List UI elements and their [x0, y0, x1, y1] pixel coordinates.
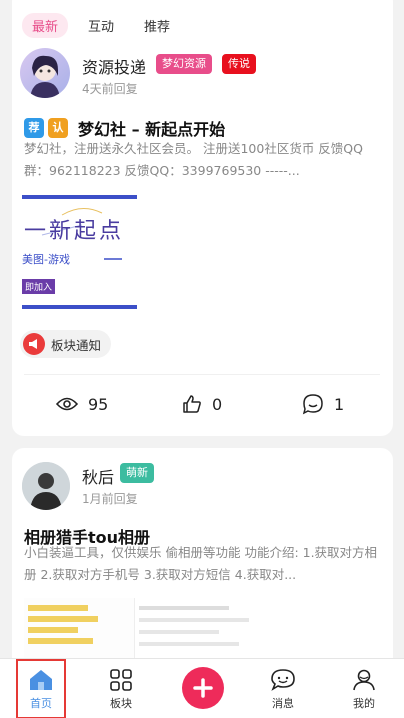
author-name[interactable]: 秋后: [82, 464, 114, 488]
home-icon: [30, 669, 52, 690]
recommend-tag: 荐: [24, 118, 44, 138]
post-card-1[interactable]: 最新 互动 推荐 资源投递 梦幻资源 传说 4天前回复 荐 认 梦幻社 – 新起…: [12, 0, 393, 436]
avatar[interactable]: [22, 462, 70, 510]
nav-mine[interactable]: 我的: [334, 659, 394, 718]
comment-icon: [302, 394, 323, 415]
image-subtitle: 美图-游戏: [22, 253, 70, 266]
nav-messages-label: 消息: [272, 696, 294, 710]
feed-tabs: 最新 互动 推荐: [12, 10, 200, 40]
new-post-button[interactable]: [182, 667, 224, 709]
board-badge: 梦幻资源: [156, 54, 212, 74]
megaphone-icon: [23, 333, 45, 355]
board-chip-label: 板块通知: [51, 337, 102, 353]
post-excerpt: 梦幻社，注册送永久社区会员。 注册送100社区货币 反馈QQ群：96211822…: [24, 141, 363, 178]
tab-recommend[interactable]: 推荐: [144, 16, 170, 35]
post-title[interactable]: 荐 认 梦幻社 – 新起点开始: [24, 116, 225, 140]
post-excerpt: 小白装逼工具，仅供娱乐 偷相册等功能 功能介绍: 1.获取对方相册 2.获取对方…: [24, 545, 378, 582]
nav-boards[interactable]: 板块: [91, 659, 151, 718]
tab-latest[interactable]: 最新: [22, 12, 69, 38]
image-join: 即加入: [22, 279, 56, 294]
nav-mine-label: 我的: [353, 696, 375, 710]
nav-boards-label: 板块: [110, 696, 132, 710]
nav-home[interactable]: 首页: [16, 659, 66, 718]
plus-icon: [193, 678, 213, 698]
thumbs-up-icon: [183, 395, 201, 413]
post-time: 4天前回复: [82, 82, 138, 96]
message-icon: [271, 668, 295, 691]
verified-tag: 认: [48, 118, 68, 138]
board-chip[interactable]: 板块通知: [20, 330, 112, 358]
nav-home-label: 首页: [30, 696, 52, 710]
post-title-text: 梦幻社 – 新起点开始: [78, 120, 226, 139]
image-headline: 一新起点: [24, 219, 125, 244]
nav-messages[interactable]: 消息: [253, 659, 313, 718]
avatar[interactable]: [20, 48, 70, 98]
author-name[interactable]: 资源投递: [82, 54, 146, 78]
view-count: 95: [56, 395, 108, 414]
eye-icon: [56, 397, 78, 411]
level-badge: 传说: [222, 54, 256, 74]
user-icon: [353, 669, 375, 690]
like-button[interactable]: 0: [182, 394, 222, 414]
tab-interact[interactable]: 互动: [88, 16, 114, 35]
post-image[interactable]: 一新起点 美图-游戏 即加入: [22, 195, 137, 319]
post-time: 1月前回复: [82, 492, 138, 506]
grid-icon: [110, 668, 132, 691]
bottom-nav: 首页 板块 消息 我的: [0, 658, 404, 718]
level-badge: 萌新: [120, 463, 154, 483]
comment-button[interactable]: 1: [302, 393, 344, 415]
